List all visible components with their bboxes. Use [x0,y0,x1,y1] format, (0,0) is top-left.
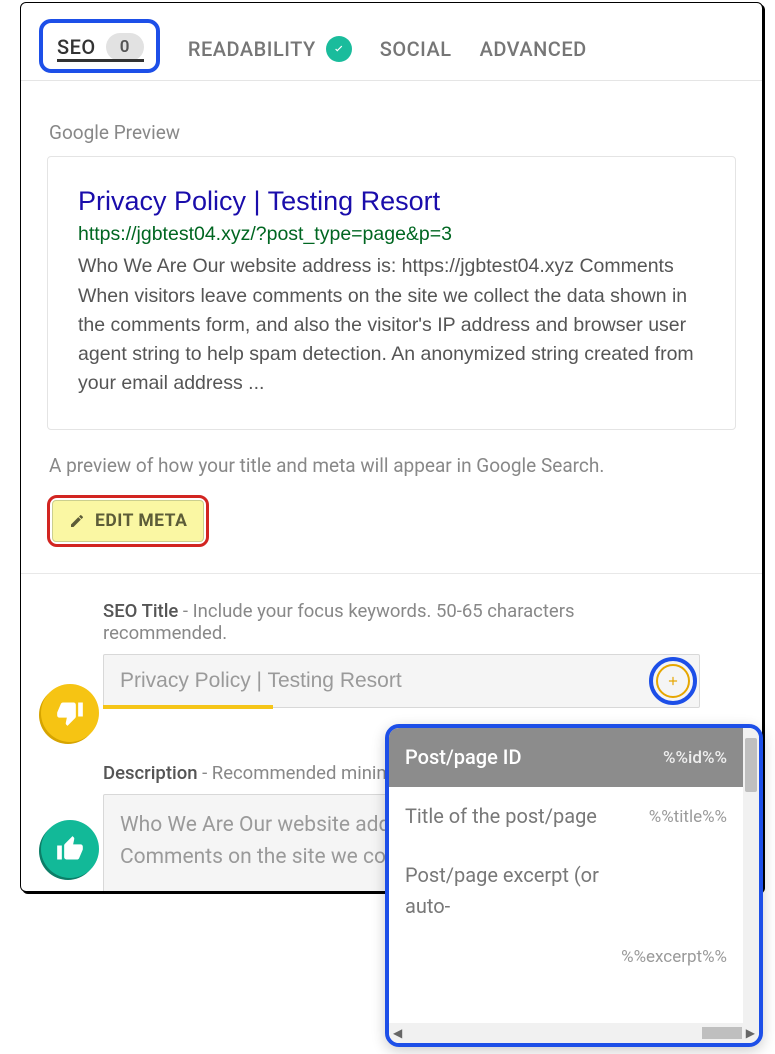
seo-title-row [103,654,700,708]
variable-dropdown: Post/page ID %%id%% Title of the post/pa… [385,724,763,1047]
google-preview-title: Privacy Policy | Testing Resort [78,185,705,217]
seo-title-underline [103,705,273,709]
tab-readability-label: READABILITY [188,37,316,61]
dropdown-item-excerpt[interactable]: Post/page excerpt (or auto- [389,846,743,936]
tab-social[interactable]: SOCIAL [380,17,452,80]
dropdown-horizontal-scrollbar[interactable]: ◀ ▶ [389,1023,759,1043]
preview-help-text: A preview of how your title and meta wil… [49,454,736,477]
dropdown-vertical-scrollbar[interactable] [743,728,759,1023]
google-preview-description: Who We Are Our website address is: https… [78,252,705,398]
edit-meta-highlight: EDIT META [47,495,209,547]
check-icon [326,36,352,62]
tab-social-label: SOCIAL [380,37,452,61]
thumbs-up-icon [41,820,99,878]
dropdown-item-excerpt-cont: %%excerpt%% [389,936,743,973]
edit-meta-label: EDIT META [95,511,187,531]
dropdown-item-title[interactable]: Title of the post/page %%title%% [389,787,743,846]
pencil-icon [69,513,85,529]
seo-title-label: SEO Title - Include your focus keywords.… [103,600,700,644]
tab-readability[interactable]: READABILITY [188,17,352,80]
tabs-bar: SEO 0 READABILITY SOCIAL ADVANCED [21,3,762,81]
scrollbar-thumb-h[interactable] [702,1027,742,1039]
tab-advanced-label: ADVANCED [480,37,587,61]
add-variable-button[interactable] [656,664,690,698]
scroll-left-arrow-icon[interactable]: ◀ [391,1026,404,1040]
google-preview-url: https://jgbtest04.xyz/?post_type=page&p=… [78,223,705,246]
seo-title-input[interactable] [103,654,700,708]
tab-seo-label: SEO [57,35,96,59]
tab-seo[interactable]: SEO 0 [57,33,144,61]
scrollbar-track[interactable] [406,1027,742,1039]
scrollbar-thumb[interactable] [745,738,757,792]
tab-advanced[interactable]: ADVANCED [480,17,587,80]
dropdown-body: Post/page ID %%id%% Title of the post/pa… [389,728,759,1023]
edit-meta-button[interactable]: EDIT META [52,500,204,542]
scroll-right-arrow-icon[interactable]: ▶ [744,1026,757,1040]
thumbs-down-icon [41,684,99,742]
google-preview-label: Google Preview [49,121,736,144]
plus-icon [666,674,680,688]
google-preview-card: Privacy Policy | Testing Resort https://… [47,156,736,430]
seo-tab-highlight: SEO 0 [39,19,160,73]
tab-seo-count: 0 [106,33,144,61]
dropdown-item-post-id[interactable]: Post/page ID %%id%% [389,728,743,787]
